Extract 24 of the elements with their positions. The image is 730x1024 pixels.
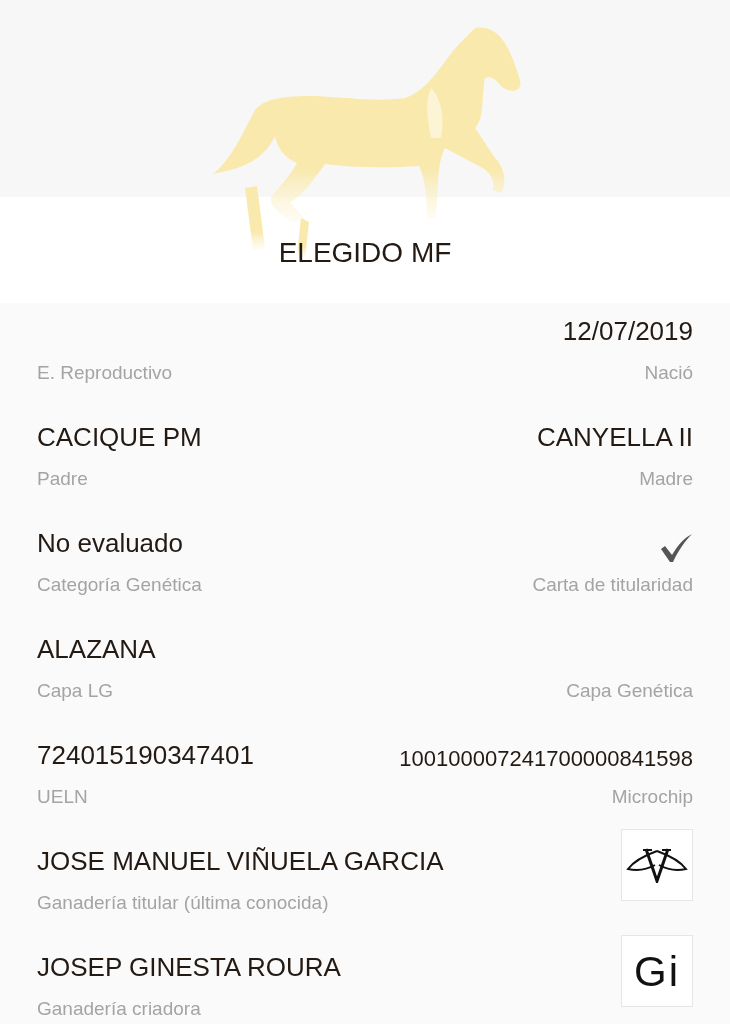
- field-value: JOSE MANUEL VIÑUELA GARCIA: [37, 845, 444, 878]
- field-value: 100100007241700000841598: [399, 745, 693, 773]
- field-label: UELN: [37, 785, 89, 809]
- field-label: Carta de titularidad: [532, 573, 693, 597]
- field-label: Microchip: [611, 785, 693, 809]
- field-value: CANYELLA II: [536, 421, 693, 454]
- field-value: ALAZANA: [37, 633, 156, 666]
- field-label: Ganadería titular (última conocida): [37, 891, 330, 915]
- field-label: Madre: [639, 467, 693, 491]
- horse-name: ELEGIDO MF: [278, 236, 452, 270]
- field-label: Ganadería criadora: [37, 997, 202, 1021]
- field-value: CACIQUE PM: [37, 421, 202, 454]
- field-label: E. Reproductivo: [37, 361, 173, 385]
- field-value: No evaluado: [37, 527, 183, 560]
- wings-logo-icon: [626, 847, 688, 883]
- field-label: Padre: [37, 467, 89, 491]
- field-label: Capa Genética: [566, 679, 693, 703]
- logo-text: Gi: [634, 946, 680, 997]
- field-label: Categoría Genética: [37, 573, 202, 597]
- field-value: 12/07/2019: [562, 315, 693, 348]
- field-value: JOSEP GINESTA ROURA: [37, 951, 341, 984]
- field-value: 724015190347401: [37, 739, 254, 772]
- field-label: Nació: [644, 361, 693, 385]
- field-label: Capa LG: [37, 679, 115, 703]
